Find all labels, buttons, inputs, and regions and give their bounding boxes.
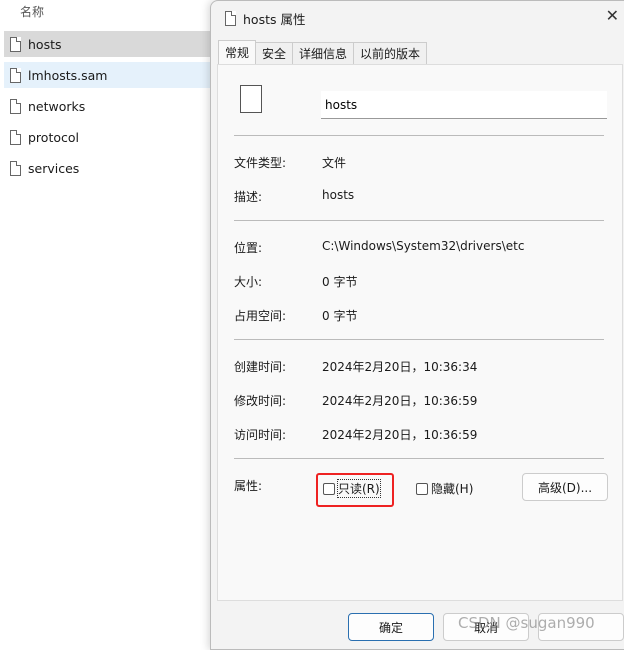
type-value: 文件 (322, 156, 347, 170)
tab-general[interactable]: 常规 (218, 40, 257, 64)
location-value: C:\Windows\System32\drivers\etc (322, 239, 525, 253)
file-icon (240, 85, 262, 113)
size-value: 0 字节 (322, 275, 358, 289)
tab-previous-versions[interactable]: 以前的版本 (353, 42, 428, 64)
hidden-checkbox[interactable]: 隐藏(H) (416, 480, 473, 497)
desc-value: hosts (322, 188, 355, 202)
desc-label: 描述: (234, 190, 263, 204)
advanced-button[interactable]: 高级(D)... (522, 473, 608, 501)
type-label: 文件类型: (234, 156, 287, 170)
file-item[interactable]: services (4, 155, 240, 181)
modified-label: 修改时间: (234, 394, 287, 408)
divider (234, 339, 604, 340)
disk-size-value: 0 字节 (322, 309, 358, 323)
properties-dialog: hosts 属性 ✕ 常规 安全 详细信息 以前的版本 文件类型: 文件 描述:… (210, 0, 624, 650)
divider (234, 220, 604, 221)
file-icon (10, 160, 21, 176)
created-label: 创建时间: (234, 360, 287, 374)
checkbox-icon (323, 482, 335, 495)
column-header-name[interactable]: 名称 (20, 3, 44, 20)
accessed-value: 2024年2月20日，10:36:59 (322, 428, 478, 442)
tab-bar: 常规 安全 详细信息 以前的版本 (218, 40, 428, 64)
attributes-label: 属性: (234, 479, 263, 493)
file-icon (10, 129, 21, 145)
file-icon (10, 67, 21, 83)
file-icon (10, 98, 21, 114)
dialog-title: hosts 属性 (225, 9, 305, 28)
ok-button[interactable]: 确定 (348, 613, 434, 641)
divider (234, 458, 604, 459)
file-item[interactable]: protocol (4, 124, 240, 150)
file-item[interactable]: lmhosts.sam (4, 62, 240, 88)
readonly-checkbox[interactable]: 只读(R) (323, 479, 381, 498)
created-value: 2024年2月20日，10:36:34 (322, 360, 478, 374)
file-explorer: 名称 hosts lmhosts.sam networks protocol s… (0, 0, 240, 643)
tab-details[interactable]: 详细信息 (292, 42, 355, 64)
disk-size-label: 占用空间: (234, 309, 287, 323)
tab-security[interactable]: 安全 (255, 42, 294, 64)
file-icon (10, 36, 21, 52)
checkbox-icon (416, 482, 428, 495)
watermark: CSDN @sugan990 (458, 614, 595, 632)
general-panel: 文件类型: 文件 描述: hosts 位置: C:\Windows\System… (217, 64, 623, 601)
size-label: 大小: (234, 275, 263, 289)
modified-value: 2024年2月20日，10:36:59 (322, 394, 478, 408)
close-icon[interactable]: ✕ (606, 6, 619, 25)
divider (234, 135, 604, 136)
location-label: 位置: (234, 241, 263, 255)
file-item[interactable]: networks (4, 93, 240, 119)
file-icon (225, 11, 236, 26)
file-item[interactable]: hosts (4, 31, 240, 57)
filename-input[interactable] (321, 91, 607, 119)
accessed-label: 访问时间: (234, 428, 287, 442)
